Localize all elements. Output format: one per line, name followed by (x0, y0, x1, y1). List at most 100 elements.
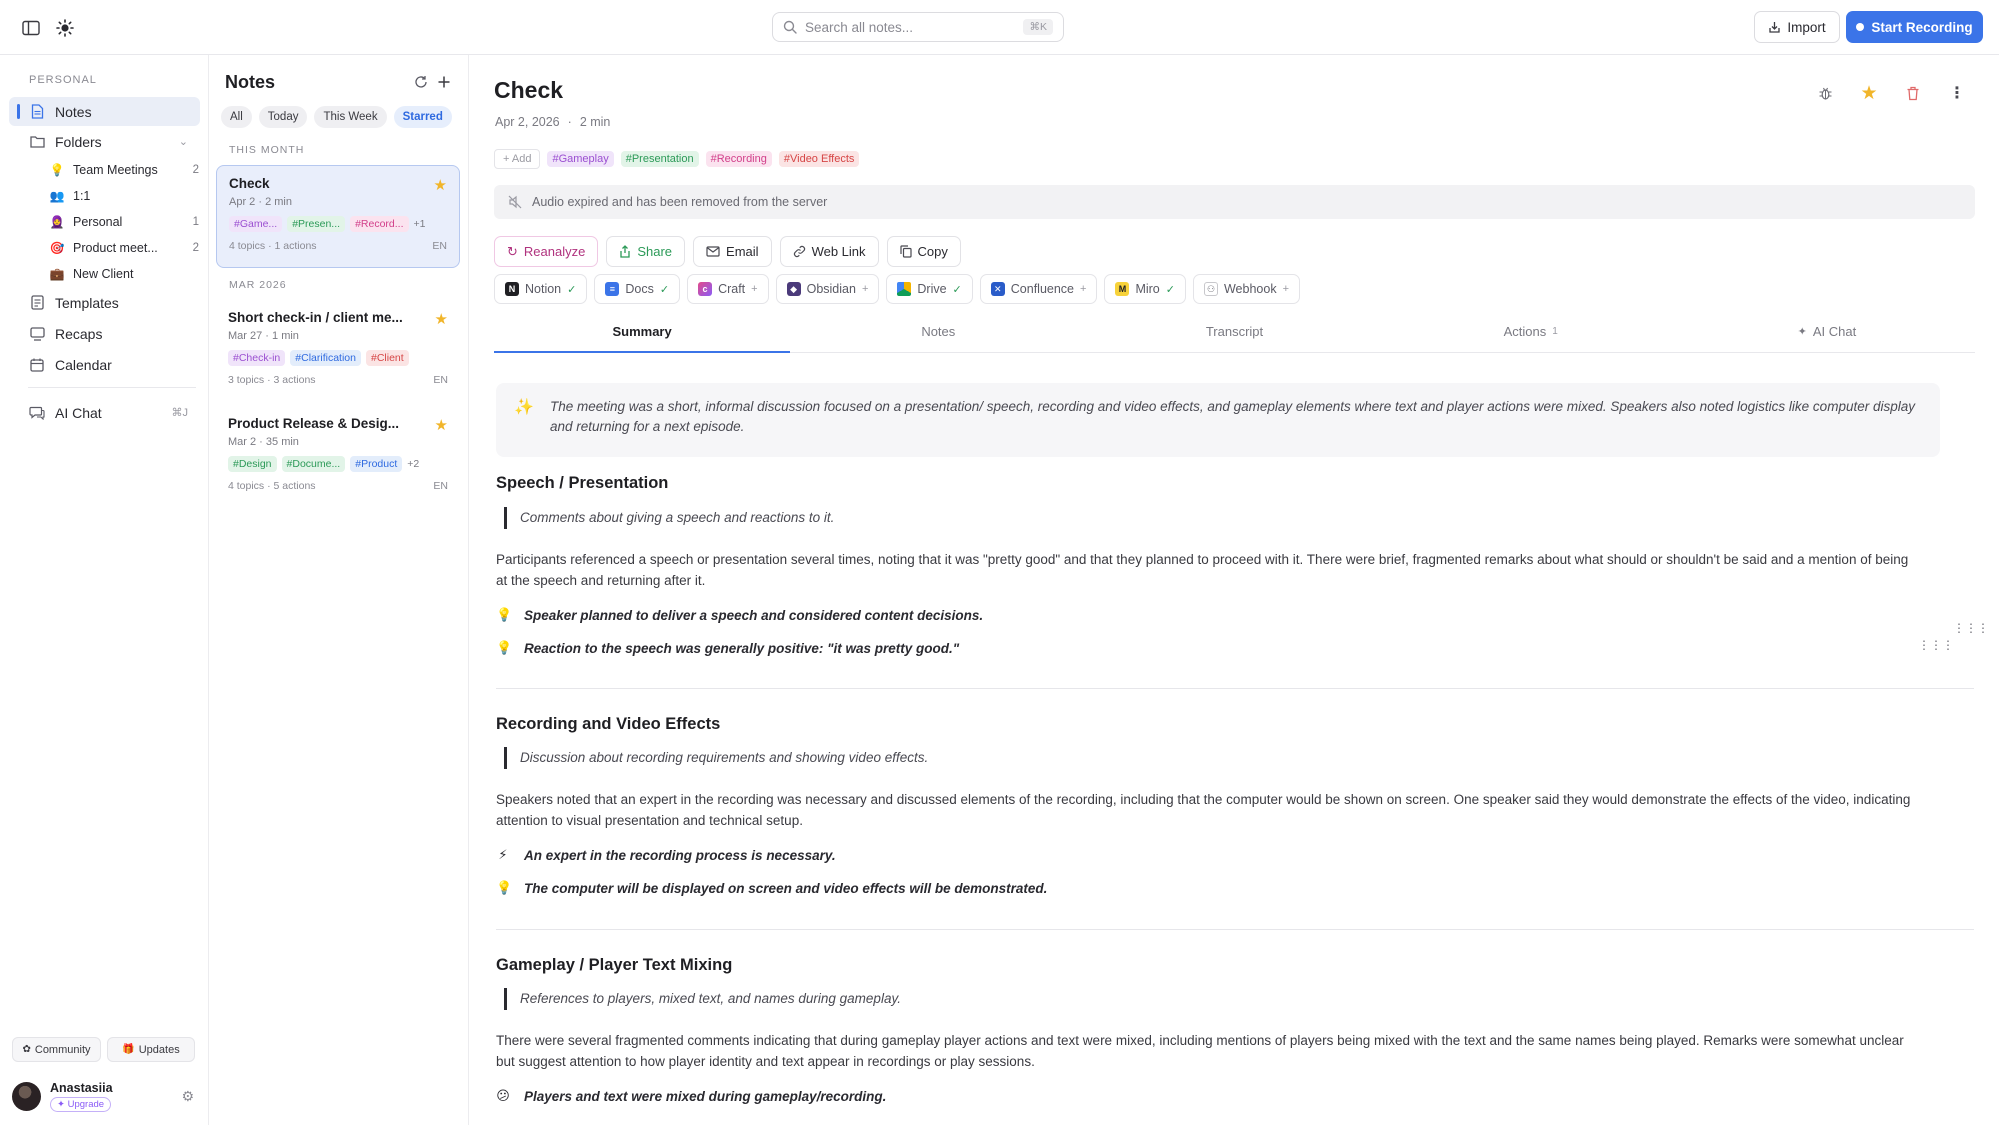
start-recording-button[interactable]: Start Recording (1846, 11, 1983, 43)
integration-craft[interactable]: c Craft + (687, 274, 769, 304)
folder-new-client[interactable]: 💼 New Client (49, 262, 199, 286)
integration-docs[interactable]: ≡ Docs ✓ (594, 274, 681, 304)
integration-miro[interactable]: M Miro ✓ (1104, 274, 1186, 304)
action-count: 5 actions (273, 480, 316, 492)
integration-label: Notion (525, 282, 562, 296)
mail-icon (706, 246, 720, 257)
tag[interactable]: #Client (365, 350, 409, 366)
star-icon[interactable]: ★ (434, 176, 447, 194)
tab-actions[interactable]: Actions 1 (1383, 310, 1679, 352)
note-detail: Check Apr 2, 2026 · 2 min ★ ⋮ + Add #Gam… (470, 55, 1999, 1125)
tag-video-effects[interactable]: #Video Effects (778, 151, 860, 167)
filter-today[interactable]: Today (258, 106, 308, 128)
filter-starred[interactable]: Starred (393, 106, 452, 128)
search-input[interactable]: Search all notes... ⌘K (772, 12, 1064, 42)
grid-handle-icon[interactable]: ⋮⋮⋮ (1918, 638, 1954, 652)
plus-icon[interactable] (435, 73, 453, 91)
star-icon[interactable]: ★ (435, 310, 448, 328)
import-button[interactable]: Import (1754, 11, 1840, 43)
sidebar-item-notes[interactable]: Notes (9, 97, 200, 126)
reanalyze-button[interactable]: ↻ Reanalyze (494, 236, 599, 267)
copy-button[interactable]: Copy (886, 236, 961, 267)
note-card[interactable]: Check ★ Apr 2 · 2 min #Game... #Presen..… (216, 165, 460, 268)
star-icon[interactable]: ★ (435, 416, 448, 434)
ai-sparkle-icon: ✦ (1797, 325, 1807, 338)
sidebar: PERSONAL Notes Folders ⌄ 💡 Team Meetings… (0, 55, 209, 1125)
user-profile[interactable]: Anastasiia ✦ Upgrade ⚙ (12, 1079, 198, 1113)
tag-presentation[interactable]: #Presentation (620, 151, 699, 167)
tab-summary[interactable]: Summary (494, 310, 791, 353)
star-icon[interactable]: ★ (1858, 82, 1880, 104)
tag[interactable]: #Check-in (228, 350, 286, 366)
tag[interactable]: #Docume... (281, 456, 346, 472)
integration-label: Obsidian (806, 282, 856, 296)
key-point-text: Players and text were mixed during gamep… (524, 1088, 887, 1104)
folder-team-meetings[interactable]: 💡 Team Meetings 2 (49, 158, 199, 182)
folder-one-on-one[interactable]: 👥 1:1 (49, 184, 199, 208)
note-card-date: Mar 2 (228, 436, 257, 448)
sidebar-item-recaps[interactable]: Recaps (9, 319, 200, 348)
user-info: Anastasiia ✦ Upgrade (50, 1081, 113, 1112)
filter-this-week[interactable]: This Week (314, 106, 387, 128)
chevron-down-icon[interactable]: ⌄ (179, 135, 188, 148)
sidebar-item-folders[interactable]: Folders ⌄ (9, 127, 200, 156)
tab-notes[interactable]: Notes (790, 310, 1086, 352)
sidebar-item-label: Folders (55, 133, 102, 150)
tag[interactable]: #Record... (350, 216, 409, 232)
tag[interactable]: #Presen... (287, 216, 346, 232)
more-options-icon[interactable]: ⋮ (1946, 82, 1968, 104)
refresh-icon[interactable] (412, 73, 430, 91)
gear-icon[interactable]: ⚙ (181, 1088, 194, 1105)
integration-obsidian[interactable]: ◆ Obsidian + (775, 274, 880, 304)
sparkle-icon: ✨ (514, 399, 534, 416)
tab-ai-chat[interactable]: ✦ AI Chat (1679, 310, 1975, 352)
tag-gameplay[interactable]: #Gameplay (547, 151, 614, 167)
calendar-icon (29, 357, 45, 373)
grid-handle-icon[interactable]: ⋮⋮⋮ (1953, 621, 1989, 635)
integration-notion[interactable]: N Notion ✓ (494, 274, 588, 304)
section-quote: Discussion about recording requirements … (504, 747, 928, 769)
section-quote: References to players, mixed text, and n… (504, 988, 901, 1010)
sun-icon[interactable] (53, 16, 77, 40)
trash-icon[interactable] (1902, 82, 1924, 104)
note-title[interactable]: Check (494, 77, 563, 104)
note-card[interactable]: Short check-in / client me... ★ Mar 27 ·… (216, 300, 460, 403)
craft-icon: c (698, 282, 713, 296)
plus-icon: + (861, 283, 869, 295)
tag-recording[interactable]: #Recording (705, 151, 772, 167)
notion-icon: N (505, 282, 519, 296)
tab-label: Summary (612, 323, 672, 339)
bug-icon[interactable] (1814, 82, 1836, 104)
integration-label: Drive (917, 282, 947, 296)
tag[interactable]: #Design (228, 456, 277, 472)
tag[interactable]: #Product (350, 456, 403, 472)
folder-personal[interactable]: 🧕 Personal 1 (49, 210, 199, 234)
community-button[interactable]: ✿ Community (12, 1037, 101, 1062)
tag[interactable]: #Clarification (290, 350, 361, 366)
share-button[interactable]: Share (606, 236, 686, 267)
sidebar-toggle-icon[interactable] (19, 16, 43, 40)
notes-list-title: Notes (225, 72, 276, 92)
upgrade-badge[interactable]: ✦ Upgrade (50, 1096, 112, 1112)
sidebar-item-templates[interactable]: Templates (9, 288, 200, 317)
integration-confluence[interactable]: ✕ Confluence + (979, 274, 1098, 304)
updates-button[interactable]: 🎁 Updates (107, 1037, 195, 1062)
add-tag-button[interactable]: + Add (494, 149, 541, 169)
key-point-text: An expert in the recording process is ne… (524, 847, 836, 863)
note-card[interactable]: Product Release & Desig... ★ Mar 2 · 35 … (216, 406, 460, 509)
sidebar-item-ai-chat[interactable]: AI Chat ⌘J (9, 398, 200, 427)
email-button[interactable]: Email (693, 236, 772, 267)
integration-drive[interactable]: Drive ✓ (886, 274, 973, 304)
section-quote: Comments about giving a speech and react… (504, 507, 834, 529)
section-title: Recording and Video Effects (496, 715, 721, 733)
summary-callout: ✨ The meeting was a short, informal disc… (496, 383, 1940, 457)
tab-transcript[interactable]: Transcript (1086, 310, 1382, 352)
integration-webhook[interactable]: ⚇ Webhook + (1192, 274, 1301, 304)
sidebar-item-calendar[interactable]: Calendar (9, 350, 200, 379)
integration-label: Craft (718, 282, 746, 296)
folder-count: 1 (192, 216, 199, 228)
folder-product-meetings[interactable]: 🎯 Product meet... 2 (49, 236, 199, 260)
filter-all[interactable]: All (221, 106, 252, 128)
web-link-button[interactable]: Web Link (779, 236, 879, 267)
tag[interactable]: #Game... (229, 216, 283, 232)
